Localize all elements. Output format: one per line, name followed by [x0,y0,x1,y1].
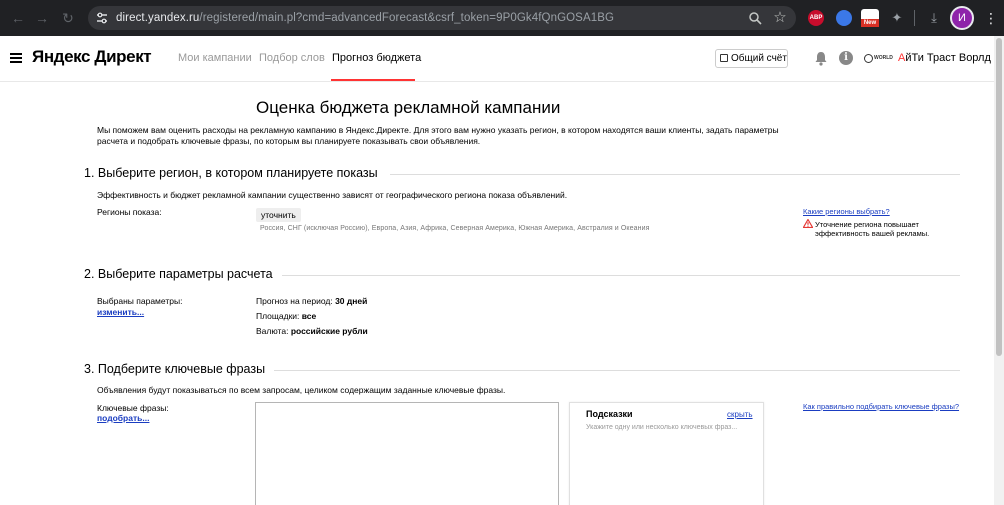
new-badge: New [861,19,879,27]
selected-params-label: Выбраны параметры: [97,296,183,306]
shared-account-label: Общий счёт [731,53,787,64]
platforms-label: Площадки: [256,311,300,321]
company-logo-text: WORLD [874,55,893,61]
globe-extension-icon[interactable] [836,10,852,26]
hints-title: Подсказки [586,409,633,419]
new-extension-icon[interactable]: New [861,9,879,27]
hide-hints-link[interactable]: скрыть [727,410,753,419]
download-icon[interactable]: ⤓ [926,10,942,26]
bell-icon[interactable] [814,51,828,66]
currency-row: Валюта: российские рубли [256,326,368,336]
site-settings-icon[interactable] [95,11,109,25]
bookmark-star-icon[interactable]: ☆ [772,8,788,28]
browser-toolbar: ← → ↻ direct.yandex.ru/registered/main.p… [0,0,1004,36]
account-name-rest: йТи Траст Ворлд [905,52,991,64]
keywords-textarea[interactable] [255,402,559,505]
selected-regions-list: Россия, СНГ (исключая Россию), Европа, А… [260,225,650,232]
extensions-puzzle-icon[interactable]: ✦ [889,10,905,26]
section-region-title: 1. Выберите регион, в котором планируете… [84,166,378,180]
section-divider [274,370,960,371]
period-value: 30 дней [335,296,368,306]
change-params-link[interactable]: изменить... [97,307,144,317]
keywords-help-link[interactable]: Как правильно подбирать ключевые фразы? [803,402,959,411]
refine-region-button[interactable]: уточнить [256,208,301,222]
reload-icon[interactable]: ↻ [58,8,78,28]
site-header: Яндекс Директ Мои кампании Подбор слов П… [0,36,994,82]
forward-icon[interactable]: → [32,8,52,28]
toolbar-divider [914,10,915,26]
url-path: /registered/main.pl?cmd=advancedForecast… [199,12,615,24]
hints-panel: Подсказки скрыть Укажите одну или нескол… [569,402,764,505]
intro-text: Мы поможем вам оценить расходы на реклам… [97,125,779,146]
page-title: Оценка бюджета рекламной кампании [256,98,561,117]
which-regions-link[interactable]: Какие регионы выбрать? [803,207,890,216]
address-bar[interactable]: direct.yandex.ru/registered/main.pl?cmd=… [88,6,796,30]
platforms-row: Площадки: все [256,311,316,321]
section-keywords-title: 3. Подберите ключевые фразы [84,362,266,376]
warning-icon [803,219,813,228]
info-icon[interactable]: i [839,51,853,65]
tab-budget-forecast[interactable]: Прогноз бюджета [332,52,421,64]
keywords-description: Объявления будут показываться по всем за… [97,385,506,395]
scrollbar-thumb[interactable] [996,38,1002,356]
tab-my-campaigns[interactable]: Мои кампании [178,52,252,64]
regions-label: Регионы показа: [97,207,162,217]
yandex-direct-logo[interactable]: Яндекс Директ [32,47,152,67]
shared-account-button[interactable]: Общий счёт [715,49,788,68]
adblock-plus-icon[interactable]: ABP [808,10,824,26]
zoom-icon[interactable] [748,11,762,25]
keywords-label: Ключевые фразы: [97,403,169,413]
page-scrollbar[interactable] [994,36,1004,505]
section-divider [282,275,960,276]
region-description: Эффективность и бюджет рекламной кампани… [97,190,568,200]
profile-avatar[interactable]: И [950,6,974,30]
wallet-icon [720,54,728,62]
period-label: Прогноз на период: [256,296,333,306]
hints-placeholder-text: Укажите одну или несколько ключевых фраз… [586,424,738,431]
url-host: direct.yandex.ru [116,12,200,24]
period-row: Прогноз на период: 30 дней [256,296,367,306]
region-warning-text: Уточнение региона повышает эффективность… [815,220,930,238]
platforms-value: все [301,311,317,321]
browser-menu-icon[interactable]: ⋮ [984,8,998,28]
back-icon[interactable]: ← [8,8,28,28]
tab-word-selection[interactable]: Подбор слов [259,52,325,64]
currency-value: российские рубли [290,326,368,336]
section-params-title: 2. Выберите параметры расчета [84,267,273,281]
hamburger-menu-icon[interactable] [10,53,22,63]
account-name[interactable]: АйТи Траст Ворлд [898,52,991,64]
url-text[interactable]: direct.yandex.ru/registered/main.pl?cmd=… [116,6,614,30]
currency-label: Валюта: [256,326,289,336]
pick-keywords-link[interactable]: подобрать... [97,413,149,423]
section-divider [390,174,960,175]
active-tab-indicator [331,79,415,81]
company-logo-icon: WORLD [864,53,893,64]
